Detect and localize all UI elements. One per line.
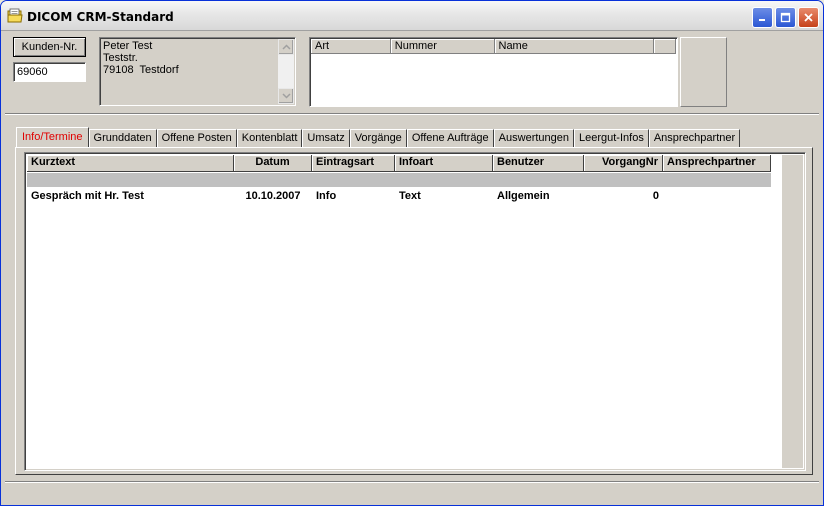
address-street: Teststr. bbox=[103, 52, 138, 64]
grid-filter-row[interactable] bbox=[27, 173, 771, 187]
grid-header-benutzer[interactable]: Benutzer bbox=[493, 155, 584, 172]
contacts-list[interactable]: Art Nummer Name bbox=[309, 37, 678, 107]
grid-header: Kurztext Datum Eintragsart Infoart Benut… bbox=[27, 155, 771, 172]
tab-offene-posten[interactable]: Offene Posten bbox=[156, 129, 237, 147]
address-lines: Peter Test Teststr. 79108 Testdorf bbox=[103, 40, 179, 76]
tab-panel-info-termine: Kurztext Datum Eintragsart Infoart Benut… bbox=[15, 147, 813, 475]
column-header-filler bbox=[654, 39, 676, 54]
cell-kurztext: Gespräch mit Hr. Test bbox=[31, 190, 144, 202]
tab-kontenblatt[interactable]: Kontenblatt bbox=[236, 129, 303, 147]
cell-eintragsart: Info bbox=[316, 190, 337, 202]
grid-scrollbar[interactable] bbox=[782, 155, 803, 468]
tab-bar: Info/Termine Grunddaten Offene Posten Ko… bbox=[16, 127, 741, 148]
folder-icon bbox=[7, 8, 23, 23]
address-scrollbar[interactable] bbox=[278, 39, 294, 104]
status-bar bbox=[5, 481, 819, 501]
chevron-up-icon bbox=[281, 41, 291, 53]
minimize-button[interactable] bbox=[752, 7, 773, 28]
grid-header-infoart[interactable]: Infoart bbox=[395, 155, 493, 172]
tab-auswertungen[interactable]: Auswertungen bbox=[493, 129, 574, 147]
column-header-name[interactable]: Name bbox=[494, 39, 655, 54]
tab-leergut-infos[interactable]: Leergut-Infos bbox=[574, 129, 649, 147]
grid-header-vorgangnr[interactable]: VorgangNr bbox=[584, 155, 663, 172]
customer-header: Kunden-Nr. 69060 Peter Test Teststr. 791… bbox=[5, 32, 819, 115]
minimize-icon bbox=[757, 12, 768, 23]
app-window: DICOM CRM-Standard Kunden-Nr. 69060 Pete… bbox=[0, 0, 824, 506]
customer-address-box[interactable]: Peter Test Teststr. 79108 Testdorf bbox=[99, 37, 296, 106]
chevron-down-icon bbox=[281, 90, 291, 102]
close-icon bbox=[803, 12, 814, 23]
maximize-button[interactable] bbox=[775, 7, 796, 28]
maximize-icon bbox=[780, 12, 791, 23]
customer-number-field[interactable]: 69060 bbox=[13, 62, 86, 82]
close-button[interactable] bbox=[798, 7, 819, 28]
tab-info-termine[interactable]: Info/Termine bbox=[16, 127, 89, 148]
scroll-up-button[interactable] bbox=[278, 39, 294, 55]
grid-header-datum[interactable]: Datum bbox=[234, 155, 312, 172]
cell-ansprechpartner bbox=[663, 189, 771, 203]
cell-infoart: Text bbox=[399, 190, 421, 202]
address-name: Peter Test bbox=[103, 40, 153, 52]
cell-datum: 10.10.2007 bbox=[245, 190, 301, 202]
column-header-nummer[interactable]: Nummer bbox=[390, 39, 495, 54]
tab-vorgaenge[interactable]: Vorgänge bbox=[349, 129, 407, 147]
info-grid[interactable]: Kurztext Datum Eintragsart Infoart Benut… bbox=[24, 152, 806, 471]
window-title: DICOM CRM-Standard bbox=[27, 10, 174, 24]
grid-header-kurztext[interactable]: Kurztext bbox=[27, 155, 234, 172]
column-header-art[interactable]: Art bbox=[311, 39, 391, 54]
grid-header-eintragsart[interactable]: Eintragsart bbox=[312, 155, 395, 172]
title-bar[interactable]: DICOM CRM-Standard bbox=[1, 1, 823, 31]
side-panel bbox=[680, 37, 727, 107]
contacts-list-header: Art Nummer Name bbox=[311, 39, 676, 54]
tab-grunddaten[interactable]: Grunddaten bbox=[88, 129, 157, 147]
cell-vorgangnr: 0 bbox=[652, 190, 659, 202]
grid-header-ansprechpartner[interactable]: Ansprechpartner bbox=[663, 155, 771, 172]
scroll-down-button[interactable] bbox=[278, 88, 294, 104]
tab-umsatz[interactable]: Umsatz bbox=[302, 129, 350, 147]
customer-number-button[interactable]: Kunden-Nr. bbox=[13, 37, 86, 57]
tab-offene-auftraege[interactable]: Offene Aufträge bbox=[406, 129, 494, 147]
address-city: 79108 Testdorf bbox=[103, 64, 179, 76]
table-row[interactable]: Gespräch mit Hr. Test 10.10.2007 Info Te… bbox=[27, 189, 771, 203]
tab-ansprechpartner[interactable]: Ansprechpartner bbox=[648, 129, 741, 147]
cell-benutzer: Allgemein bbox=[497, 190, 550, 202]
